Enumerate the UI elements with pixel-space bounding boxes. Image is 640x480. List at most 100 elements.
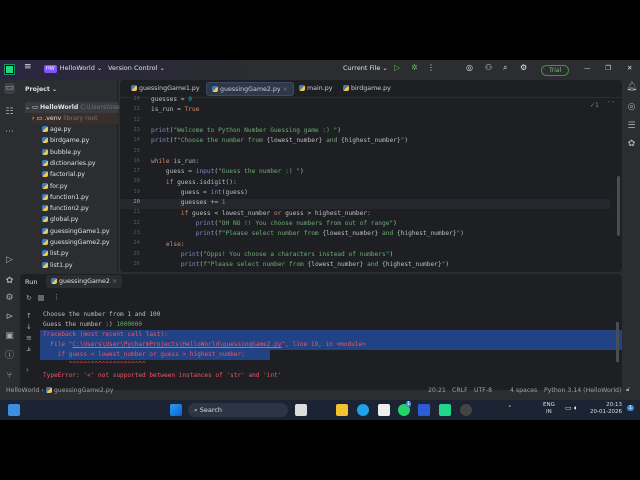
code-line: guesses = 0 (151, 96, 192, 103)
close-run-tab-icon[interactable]: × (112, 278, 117, 285)
main-menu-icon[interactable]: ≡ (24, 62, 32, 72)
more-icon[interactable]: ⋮ (427, 63, 435, 72)
tab-guessing-game1[interactable]: guessingGame1.py (126, 82, 205, 96)
store-icon[interactable] (378, 404, 390, 416)
obs-icon[interactable] (460, 404, 472, 416)
tree-item-file[interactable]: birdgame.py (42, 135, 89, 146)
structure-icon[interactable]: ☷ (4, 107, 15, 118)
trial-button[interactable]: Trial (541, 65, 570, 76)
folder-icon[interactable]: ▭ (4, 83, 15, 94)
editor-scrollbar[interactable] (617, 176, 620, 236)
git-icon[interactable]: ⑂ (4, 371, 15, 382)
tree-item-file[interactable]: bubble.py (42, 147, 81, 158)
file-explorer-icon[interactable] (336, 404, 348, 416)
tab-guessing-game2[interactable]: guessingGame2.py × (206, 82, 294, 96)
tree-item-file[interactable]: function2.py (42, 203, 89, 214)
settings-icon[interactable]: ⚙ (520, 63, 527, 72)
start-icon[interactable] (170, 404, 182, 416)
tree-item-file[interactable]: dictionaries.py (42, 158, 96, 169)
inspection-nav[interactable]: ˄ ˅ (607, 101, 615, 108)
tree-item-file[interactable]: list.py (42, 248, 69, 259)
interpreter-selector[interactable]: Python 3.14 (HelloWorld) (544, 387, 621, 394)
project-panel-title[interactable]: Project ⌄ (25, 84, 57, 95)
tab-main[interactable]: main.py (294, 82, 337, 96)
debug-tool-icon[interactable]: ⊳ (4, 312, 15, 323)
language-indicator[interactable]: ENG IN (543, 402, 555, 416)
code-with-me-icon[interactable]: ⚇ (485, 63, 492, 72)
close-button[interactable]: ✕ (627, 64, 632, 72)
pycharm-taskbar-icon[interactable] (439, 404, 451, 416)
line-separator[interactable]: CRLF (452, 387, 468, 394)
tab-birdgame[interactable]: birdgame.py (338, 82, 396, 96)
run-tool-icon[interactable]: ▷ (4, 255, 15, 266)
console-scrollbar[interactable] (616, 322, 619, 362)
widgets-icon[interactable] (8, 404, 20, 416)
tray-chevron-icon[interactable]: ˄ (508, 405, 512, 413)
edge-icon[interactable] (357, 404, 369, 416)
code-line: else: (165, 241, 185, 248)
network-volume-icon[interactable]: ▭ 🔈︎ (565, 404, 578, 413)
tree-item-file[interactable]: age.py (42, 124, 71, 135)
tree-item-file[interactable]: function1.py (42, 192, 89, 203)
file-link[interactable]: C:\Users\User\PycharmProjects\HelloWorld… (72, 341, 281, 348)
lock-icon[interactable]: 🔓︎ (626, 386, 630, 394)
services-icon[interactable]: ⚙ (4, 293, 15, 304)
debug-icon[interactable]: ✲ (411, 63, 418, 72)
breadcrumb-project[interactable]: HelloWorld (6, 387, 39, 394)
run-icon[interactable]: ▷ (394, 63, 400, 72)
python-file-icon (343, 85, 349, 91)
notification-badge[interactable]: 1 (627, 405, 635, 411)
more-tools-icon[interactable]: ⋯ (4, 127, 15, 138)
minimize-button[interactable]: — (584, 64, 591, 72)
file-name: function1.py (50, 193, 89, 201)
project-switcher[interactable]: HW HelloWorld ⌄ (44, 64, 102, 73)
clock[interactable]: 20:13 20-01-2026 (590, 402, 622, 416)
tree-item-file[interactable]: guessingGame1.py (42, 226, 110, 237)
notifications-icon[interactable]: 🔔︎ (626, 82, 637, 93)
breadcrumb-file[interactable]: guessingGame2.py (54, 387, 114, 394)
console-line: File "C:\Users\User\PycharmProjects\Hell… (43, 341, 366, 348)
problems-icon[interactable]: ⓘ (4, 351, 15, 362)
expand-icon[interactable]: › (26, 366, 29, 374)
maximize-button[interactable]: ❐ (605, 64, 611, 72)
tree-item-file[interactable]: global.py (42, 214, 78, 225)
file-encoding[interactable]: UTF-8 (474, 387, 492, 394)
venv-note: library root (63, 115, 98, 122)
scroll-to-end-icon[interactable]: ⫡ (26, 345, 31, 354)
caret-position[interactable]: 20:21 (428, 387, 446, 394)
file-name: birdgame.py (50, 137, 90, 145)
tree-item-file[interactable]: list1.py (42, 260, 73, 271)
run-config-dropdown[interactable]: Current File ⌄ (343, 64, 388, 72)
file-name: global.py (50, 216, 79, 224)
tree-item-venv[interactable]: › ▭ .venv library root (32, 113, 118, 124)
python-packages-icon[interactable]: ✿ (4, 276, 15, 287)
tree-item-file[interactable]: factorial.py (42, 169, 85, 180)
python-console-icon[interactable]: ✿ (626, 139, 637, 150)
ai-assistant-icon[interactable]: ◎ (466, 63, 473, 72)
vcs-menu[interactable]: Version Control ⌄ (108, 64, 165, 72)
terminal-icon[interactable]: ▣ (4, 331, 15, 342)
scroll-up-icon[interactable]: ↑ (26, 312, 32, 320)
inspection-widget[interactable]: ✓1 (590, 102, 599, 109)
task-view-icon[interactable] (295, 404, 307, 416)
pycharm-window: ≡ HW HelloWorld ⌄ Version Control ⌄ Curre… (0, 60, 640, 400)
database-icon[interactable]: ☰ (626, 121, 637, 132)
close-tab-icon[interactable]: × (283, 86, 288, 93)
run-tab-guessing-game2[interactable]: guessingGame2 × (46, 275, 123, 288)
ai-chat-icon[interactable]: ◎ (626, 102, 637, 113)
tree-item-file[interactable]: guessingGame2.py (42, 237, 110, 248)
soft-wrap-icon[interactable]: ≡ (26, 334, 32, 342)
taskbar-search[interactable]: ⌕ Search (188, 403, 288, 417)
word-icon[interactable] (418, 404, 430, 416)
tree-item-file[interactable]: for.py (42, 181, 68, 192)
stop-icon[interactable] (38, 295, 44, 301)
vcs-label: Version Control (108, 64, 158, 72)
python-file-icon (42, 193, 48, 200)
tree-root-hello-world[interactable]: ⌄ ▭ HelloWorld C:\Users\Use (25, 102, 120, 113)
indent-setting[interactable]: 4 spaces (510, 387, 537, 394)
file-name: age.py (50, 126, 72, 133)
rerun-icon[interactable]: ↻ (26, 294, 32, 302)
scroll-down-icon[interactable]: ↓ (26, 323, 32, 331)
search-icon[interactable]: ⌕ (503, 63, 507, 73)
run-more-icon[interactable]: ⋮ (53, 293, 60, 301)
